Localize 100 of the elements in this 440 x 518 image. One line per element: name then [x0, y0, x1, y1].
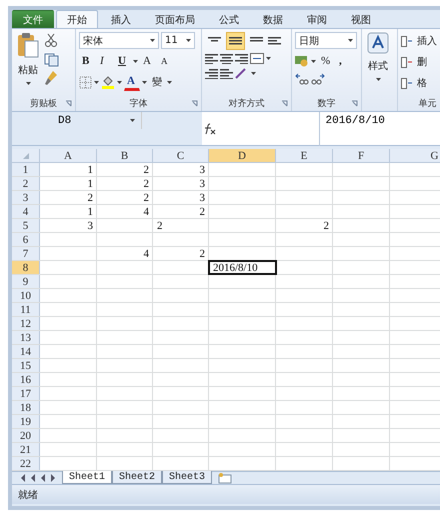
- ribbon-tab[interactable]: 页面布局: [144, 10, 206, 28]
- group-label: 字体: [130, 98, 148, 110]
- table-cell[interactable]: 4: [97, 247, 153, 260]
- row-header[interactable]: 16: [12, 373, 40, 386]
- column-header[interactable]: A: [40, 149, 97, 162]
- styles-icon[interactable]: [367, 32, 389, 54]
- grow-font-button[interactable]: A: [140, 52, 156, 70]
- row-header[interactable]: 17: [12, 387, 40, 400]
- column-header[interactable]: D: [209, 149, 276, 162]
- table-cell[interactable]: 1: [40, 177, 97, 190]
- caret-icon: [133, 60, 138, 62]
- row-header[interactable]: 6: [12, 233, 40, 246]
- table-cell[interactable]: 2: [153, 205, 209, 218]
- paste-button[interactable]: 粘贴: [15, 61, 41, 79]
- row-header[interactable]: 9: [12, 275, 40, 288]
- function-icon[interactable]: [202, 122, 216, 134]
- table-cell[interactable]: 2: [97, 163, 153, 176]
- ribbon-tab[interactable]: 审阅: [296, 10, 338, 28]
- group-label: 剪贴板: [30, 98, 57, 110]
- table-cell[interactable]: 2: [97, 191, 153, 204]
- table-cell[interactable]: 2: [153, 219, 209, 232]
- ribbon-tab[interactable]: 插入: [100, 10, 142, 28]
- dialog-launcher-icon[interactable]: [351, 100, 358, 107]
- row-header[interactable]: 21: [12, 443, 40, 456]
- font-size-select[interactable]: 11: [161, 32, 195, 49]
- ribbon-tab[interactable]: 数据: [252, 10, 294, 28]
- row-header[interactable]: 19: [12, 415, 40, 428]
- formula-field[interactable]: 2016/8/10: [318, 112, 440, 146]
- column-header[interactable]: E: [276, 149, 333, 162]
- cells-icon: [401, 78, 412, 88]
- currency-icon[interactable]: [295, 55, 309, 67]
- ribbon-tab[interactable]: 文件: [12, 10, 54, 28]
- insert-sheet-icon[interactable]: [216, 472, 234, 484]
- table-cell[interactable]: 2: [97, 177, 153, 190]
- caret-icon: [376, 78, 380, 81]
- sheet-tab[interactable]: Sheet2: [112, 471, 162, 484]
- row-header[interactable]: 10: [12, 289, 40, 302]
- sheet-tab[interactable]: Sheet3: [162, 471, 212, 484]
- font-name-select[interactable]: 宋体: [79, 32, 159, 49]
- row-header[interactable]: 20: [12, 429, 40, 442]
- table-cell[interactable]: 2: [40, 191, 97, 204]
- table-cell[interactable]: 2016/8/10: [209, 261, 276, 274]
- underline-button[interactable]: U: [115, 52, 131, 70]
- border-icon[interactable]: [79, 76, 92, 88]
- cells-button[interactable]: 删: [414, 53, 430, 71]
- copy-icon[interactable]: [44, 51, 60, 67]
- increase-decimal-icon[interactable]: [295, 73, 309, 85]
- font-color-button[interactable]: A: [124, 73, 140, 91]
- row-header[interactable]: 4: [12, 205, 40, 218]
- cells-button[interactable]: 插入: [414, 32, 440, 50]
- row-header[interactable]: 18: [12, 401, 40, 414]
- ribbon-tab[interactable]: 视图: [340, 10, 382, 28]
- row-header[interactable]: 22: [12, 457, 40, 470]
- merge-icon[interactable]: [250, 53, 264, 64]
- sheet-tab[interactable]: Sheet1: [62, 471, 112, 484]
- row-header[interactable]: 5: [12, 219, 40, 232]
- table-cell[interactable]: 2: [153, 247, 209, 260]
- clipboard-icon[interactable]: [17, 32, 39, 58]
- dialog-launcher-icon[interactable]: [191, 100, 198, 107]
- decrease-decimal-icon[interactable]: [311, 73, 325, 85]
- table-cell[interactable]: 3: [153, 163, 209, 176]
- percent-button[interactable]: %: [318, 52, 334, 70]
- row-header[interactable]: 3: [12, 191, 40, 204]
- vertical-align-button[interactable]: [226, 32, 245, 50]
- table-cell[interactable]: 1: [40, 205, 97, 218]
- table-cell[interactable]: 2: [276, 219, 333, 232]
- ribbon-tab[interactable]: 开始: [56, 10, 98, 28]
- row-header[interactable]: 12: [12, 317, 40, 330]
- table-cell[interactable]: 1: [40, 163, 97, 176]
- number-format-select[interactable]: 日期: [295, 32, 357, 49]
- table-cell[interactable]: 3: [40, 219, 97, 232]
- italic-button[interactable]: I: [97, 52, 113, 70]
- styles-button[interactable]: 样式: [365, 57, 391, 75]
- table-cell[interactable]: 3: [153, 177, 209, 190]
- ribbon-tab[interactable]: 公式: [208, 10, 250, 28]
- row-header[interactable]: 11: [12, 303, 40, 316]
- phonetic-button[interactable]: 變: [149, 73, 165, 91]
- column-header[interactable]: C: [153, 149, 209, 162]
- shrink-font-button[interactable]: A: [158, 52, 174, 70]
- row-header[interactable]: 14: [12, 345, 40, 358]
- dialog-launcher-icon[interactable]: [65, 100, 72, 107]
- dialog-launcher-icon[interactable]: [281, 100, 288, 107]
- comma-button[interactable]: ,: [336, 52, 352, 70]
- row-header[interactable]: 7: [12, 247, 40, 260]
- fill-color-icon[interactable]: [101, 75, 115, 89]
- column-header[interactable]: G: [390, 149, 440, 162]
- bold-button[interactable]: B: [79, 52, 95, 70]
- table-cell[interactable]: 4: [97, 205, 153, 218]
- row-header[interactable]: 1: [12, 163, 40, 176]
- row-header[interactable]: 8: [12, 261, 40, 274]
- row-header[interactable]: 2: [12, 177, 40, 190]
- row-header[interactable]: 13: [12, 331, 40, 344]
- row-header[interactable]: 15: [12, 359, 40, 372]
- column-header[interactable]: F: [333, 149, 390, 162]
- table-cell[interactable]: 3: [153, 191, 209, 204]
- brush-icon[interactable]: [44, 70, 58, 86]
- column-header[interactable]: B: [97, 149, 153, 162]
- cells-button[interactable]: 格: [414, 74, 430, 92]
- caret-icon: [117, 80, 122, 84]
- scissors-icon[interactable]: [44, 32, 58, 48]
